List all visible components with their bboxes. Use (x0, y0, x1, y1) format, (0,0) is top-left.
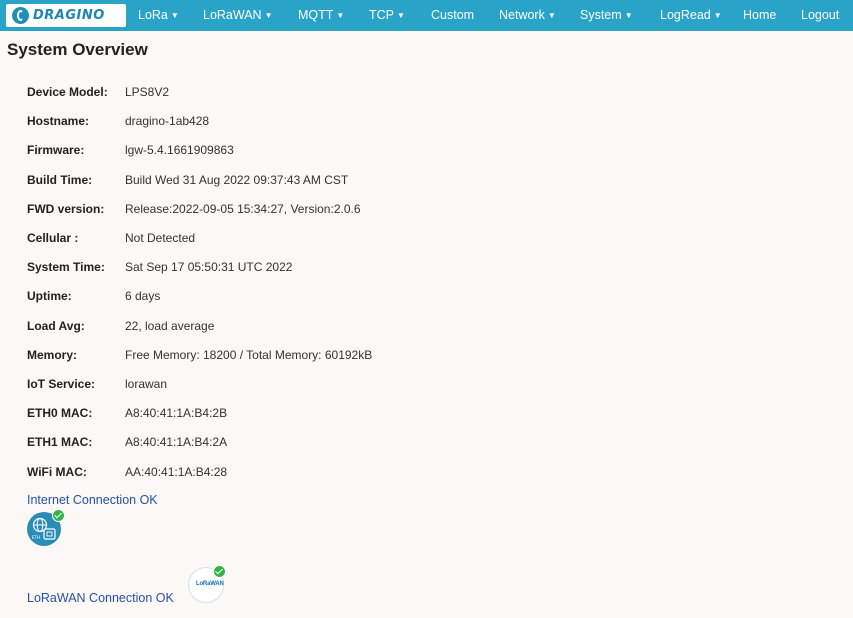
ok-check-icon (213, 565, 226, 578)
nav-logread[interactable]: LogRead ▼ (660, 8, 722, 22)
info-label: Firmware: (27, 143, 85, 158)
nav-home[interactable]: Home (743, 8, 776, 22)
nav-lorawan-label: LoRaWAN (203, 8, 262, 22)
nav-logout-label: Logout (801, 8, 840, 22)
nav-system[interactable]: System ▼ (580, 8, 633, 22)
top-navbar: DRAGINO LoRa ▼ LoRaWAN ▼ MQTT ▼ TCP ▼ Custom Netw… (0, 0, 853, 31)
lorawan-logo-text: LoRaWAN (196, 581, 224, 587)
nav-custom-label: Custom (431, 8, 475, 22)
info-value: Not Detected (125, 231, 196, 245)
ok-check-icon (52, 509, 65, 522)
nav-network[interactable]: Network ▼ (499, 8, 556, 22)
nav-logread-label: LogRead (660, 8, 711, 22)
info-label: Uptime: (27, 289, 72, 304)
info-value: 22, load average (125, 318, 215, 333)
dragino-logo[interactable]: DRAGINO (6, 4, 126, 27)
chevron-down-icon: ▼ (170, 11, 179, 20)
info-label: Build Time: (27, 172, 93, 187)
info-label: WiFi MAC: (27, 464, 87, 479)
info-value: dragino-1ab428 (125, 114, 210, 129)
lorawan-connection-icon: LoRaWAN (188, 565, 226, 603)
nav-mqtt[interactable]: MQTT ▼ (298, 8, 344, 22)
chevron-down-icon: ▼ (397, 11, 405, 20)
info-label: Hostname: (27, 114, 90, 129)
dragino-logo-icon (12, 7, 29, 24)
info-label: Device Model: (27, 85, 108, 99)
info-label: FWD version: (27, 201, 105, 216)
nav-lorawan[interactable]: LoRaWAN ▼ (203, 8, 273, 22)
nav-lora[interactable]: LoRa ▼ (138, 8, 179, 22)
info-label: IoT Service: (27, 377, 96, 391)
chevron-down-icon: ▼ (547, 11, 556, 20)
info-label: System Time: (27, 260, 105, 275)
internet-connection-icon: ETH (27, 509, 65, 546)
nav-mqtt-label: MQTT (298, 8, 334, 22)
page-title: System Overview (7, 40, 148, 59)
info-value: Sat Sep 17 05:50:31 UTC 2022 (125, 260, 293, 275)
nav-system-label: System (580, 8, 622, 22)
nav-home-label: Home (743, 8, 777, 22)
nav-logout[interactable]: Logout (801, 8, 839, 22)
info-value: A8:40:41:1A:B4:2A (125, 435, 228, 450)
svg-text:ETH: ETH (32, 535, 40, 540)
internet-status-text: Internet Connection OK (27, 493, 158, 507)
chevron-down-icon: ▼ (336, 11, 345, 20)
info-label: Cellular : (27, 231, 79, 245)
info-value: lorawan (125, 377, 168, 391)
info-label: ETH1 MAC: (27, 435, 93, 450)
info-value: AA:40:41:1A:B4:28 (125, 464, 228, 479)
info-value: 6 days (125, 289, 161, 304)
nav-network-label: Network (499, 8, 545, 22)
info-value: Free Memory: 18200 / Total Memory: 60192… (125, 347, 373, 362)
info-value: Build Wed 31 Aug 2022 09:37:43 AM CST (125, 172, 349, 187)
logo-text: DRAGINO (33, 8, 105, 23)
info-value: A8:40:41:1A:B4:2B (125, 406, 228, 421)
nav-lora-label: LoRa (138, 8, 168, 22)
lorawan-status-text: LoRaWAN Connection OK (27, 591, 174, 605)
info-value: lgw-5.4.1661909863 (125, 143, 234, 158)
info-value: LPS8V2 (125, 85, 170, 99)
nav-tcp[interactable]: TCP ▼ (369, 8, 405, 22)
chevron-down-icon: ▼ (713, 11, 722, 20)
nav-custom[interactable]: Custom (431, 8, 474, 22)
info-label: Load Avg: (27, 318, 85, 333)
info-value: Release:2022-09-05 15:34:27, Version:2.0… (125, 201, 361, 216)
chevron-down-icon: ▼ (264, 11, 273, 20)
nav-tcp-label: TCP (369, 8, 394, 22)
chevron-down-icon: ▼ (624, 11, 633, 20)
info-label: Memory: (27, 347, 78, 362)
info-label: ETH0 MAC: (27, 406, 93, 421)
